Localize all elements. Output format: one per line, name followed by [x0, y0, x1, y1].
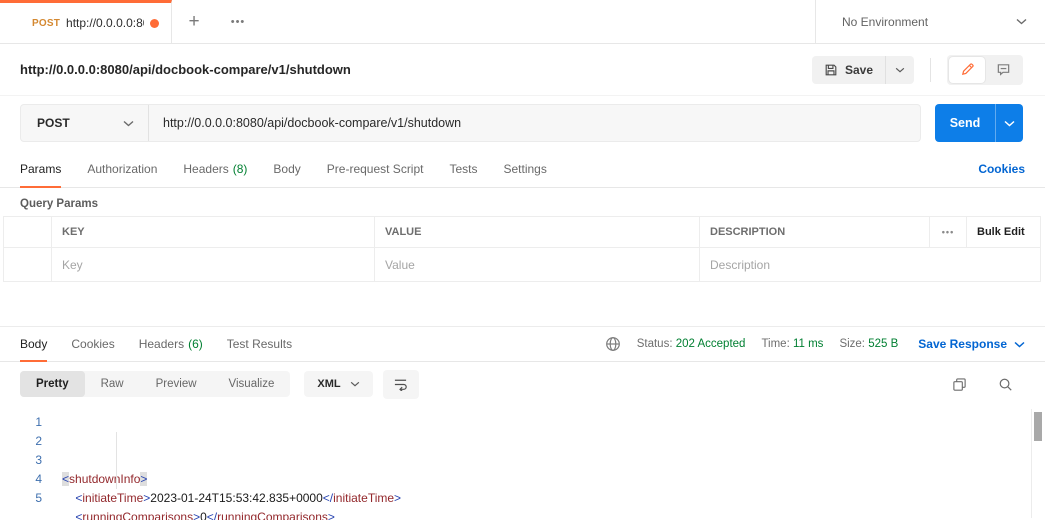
tab-params[interactable]: Params	[20, 150, 61, 187]
edit-button[interactable]	[949, 57, 985, 83]
view-mode-raw[interactable]: Raw	[85, 371, 140, 397]
copy-icon	[952, 377, 967, 392]
tab-bar-spacer	[260, 0, 815, 43]
response-tab-body[interactable]: Body	[20, 327, 47, 361]
bulk-edit-button[interactable]: Bulk Edit	[966, 217, 1040, 247]
code-lines: <shutdownInfo> <initiateTime>2023-01-24T…	[54, 407, 1045, 520]
response-tabs: Body Cookies Headers(6) Test Results Sta…	[0, 327, 1045, 362]
tabs-spacer	[573, 150, 952, 187]
query-params-header-row: KEY VALUE DESCRIPTION ••• Bulk Edit	[4, 217, 1040, 248]
param-description-input[interactable]	[710, 258, 1030, 272]
code-editor: 12345 <shutdownInfo> <initiateTime>2023-…	[0, 407, 1045, 520]
tab-url-label: http://0.0.0.0:8080/ap	[66, 16, 144, 30]
column-value: VALUE	[374, 217, 699, 247]
url-input[interactable]	[149, 105, 920, 141]
save-button[interactable]: Save	[812, 56, 885, 84]
chevron-down-icon	[1014, 341, 1025, 348]
column-key: KEY	[51, 217, 374, 247]
environment-label: No Environment	[842, 15, 928, 29]
request-builder-row: POST Send	[0, 96, 1045, 150]
save-response-button[interactable]: Save Response	[918, 337, 1025, 351]
response-tab-cookies[interactable]: Cookies	[71, 327, 114, 361]
save-button-label: Save	[845, 63, 873, 77]
comment-button[interactable]	[985, 57, 1021, 83]
tab-bar: POST http://0.0.0.0:8080/ap + ••• No Env…	[0, 0, 1045, 44]
pencil-icon	[960, 62, 975, 77]
chevron-down-icon	[895, 67, 905, 73]
wrap-text-button[interactable]	[383, 370, 419, 399]
tab-body[interactable]: Body	[273, 150, 300, 187]
chevron-down-icon	[1016, 18, 1027, 25]
search-button[interactable]	[987, 370, 1023, 399]
globe-icon[interactable]	[605, 336, 621, 352]
unsaved-indicator-dot	[150, 19, 159, 28]
scrollbar[interactable]	[1031, 409, 1042, 518]
tab-authorization[interactable]: Authorization	[87, 150, 157, 187]
comment-icon	[996, 62, 1011, 77]
wrap-text-icon	[393, 377, 408, 391]
tab-tests[interactable]: Tests	[449, 150, 477, 187]
divider	[930, 58, 931, 82]
row-select-cell	[4, 248, 51, 281]
environment-selector[interactable]: No Environment	[815, 0, 1045, 43]
column-description: DESCRIPTION	[699, 217, 929, 247]
method-select-value: POST	[37, 116, 70, 130]
select-column-header	[4, 217, 51, 247]
save-button-group: Save	[812, 56, 914, 84]
tab-pre-request-script[interactable]: Pre-request Script	[327, 150, 424, 187]
chevron-down-icon	[1004, 120, 1015, 127]
view-mode-pretty[interactable]: Pretty	[20, 371, 85, 397]
status-badge: Status: 202 Accepted	[637, 338, 746, 350]
send-options-button[interactable]	[995, 104, 1023, 142]
params-options-button[interactable]: •••	[929, 217, 966, 247]
view-mode-switcher: Pretty Raw Preview Visualize	[20, 371, 290, 397]
param-key-input[interactable]	[62, 258, 364, 272]
save-options-button[interactable]	[885, 56, 914, 84]
title-actions: Save	[812, 55, 1023, 85]
request-tabs: Params Authorization Headers(8) Body Pre…	[0, 150, 1045, 188]
tab-settings[interactable]: Settings	[504, 150, 547, 187]
format-select[interactable]: XML	[304, 371, 372, 397]
response-meta: Status: 202 Accepted Time: 11 ms Size: 5…	[316, 327, 1025, 361]
response-tab-headers[interactable]: Headers(6)	[139, 327, 203, 361]
postman-app: POST http://0.0.0.0:8080/ap + ••• No Env…	[0, 0, 1045, 520]
param-value-input[interactable]	[385, 258, 689, 272]
chevron-down-icon	[350, 381, 360, 387]
response-headers-count: (6)	[188, 337, 203, 351]
more-tabs-button[interactable]: •••	[216, 0, 260, 43]
time-badge: Time: 11 ms	[761, 338, 823, 350]
query-params-title: Query Params	[0, 188, 1045, 216]
headers-count: (8)	[233, 162, 248, 176]
indent-guide	[116, 432, 117, 489]
cookies-link[interactable]: Cookies	[978, 150, 1025, 187]
response-tab-test-results[interactable]: Test Results	[227, 327, 292, 361]
search-icon	[998, 377, 1013, 392]
method-select[interactable]: POST	[21, 105, 149, 141]
line-numbers: 12345	[0, 407, 54, 520]
save-response-label: Save Response	[918, 337, 1007, 351]
send-button[interactable]: Send	[935, 104, 995, 142]
size-badge: Size: 525 B	[839, 338, 898, 350]
request-tab[interactable]: POST http://0.0.0.0:8080/ap	[0, 0, 172, 43]
view-mode-visualize[interactable]: Visualize	[213, 371, 291, 397]
url-field: POST	[20, 104, 921, 142]
scrollbar-thumb[interactable]	[1034, 412, 1042, 441]
send-button-group: Send	[935, 104, 1023, 142]
view-mode-preview[interactable]: Preview	[140, 371, 213, 397]
floppy-disk-icon	[824, 63, 838, 77]
new-tab-button[interactable]: +	[172, 0, 216, 43]
edit-comment-group	[947, 55, 1023, 85]
tab-method-label: POST	[32, 18, 60, 29]
chevron-down-icon	[123, 120, 134, 127]
copy-button[interactable]	[941, 370, 977, 399]
send-button-label: Send	[950, 116, 981, 130]
format-select-value: XML	[317, 378, 340, 390]
request-title: http://0.0.0.0:8080/api/docbook-compare/…	[20, 62, 812, 77]
response-toolbar: Pretty Raw Preview Visualize XML	[0, 362, 1045, 406]
request-title-bar: http://0.0.0.0:8080/api/docbook-compare/…	[0, 44, 1045, 96]
query-params-row	[4, 248, 1040, 281]
tab-headers[interactable]: Headers(8)	[183, 150, 247, 187]
query-params-table: KEY VALUE DESCRIPTION ••• Bulk Edit	[3, 216, 1041, 282]
response-pane: Body Cookies Headers(6) Test Results Sta…	[0, 326, 1045, 520]
